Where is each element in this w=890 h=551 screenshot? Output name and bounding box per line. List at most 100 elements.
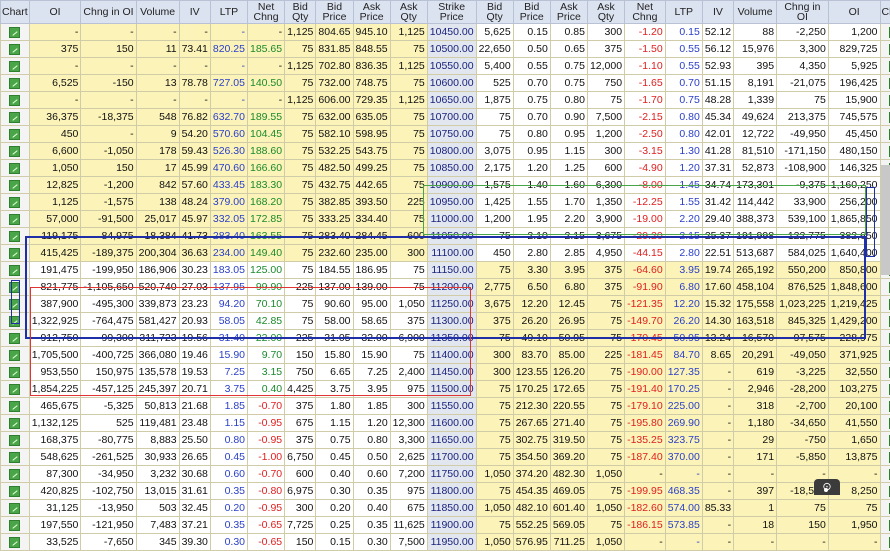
call-chart-icon[interactable] (1, 41, 30, 58)
call-chart-icon[interactable] (1, 75, 30, 92)
put-chart-icon[interactable] (880, 279, 890, 296)
put-ltp[interactable]: 2.80 (665, 245, 702, 262)
header-put-bid-price[interactable]: Bid Price (513, 1, 550, 24)
put-chart-icon[interactable] (880, 466, 890, 483)
call-ltp[interactable]: 7.25 (210, 364, 247, 381)
put-ltp[interactable]: 12.20 (665, 296, 702, 313)
call-ltp[interactable]: 1.15 (210, 415, 247, 432)
strike-price[interactable]: 11000.00 (427, 211, 476, 228)
call-ltp[interactable]: 526.30 (210, 143, 247, 160)
put-chart-icon[interactable] (880, 415, 890, 432)
call-chart-icon[interactable] (1, 449, 30, 466)
put-ltp[interactable]: - (665, 534, 702, 551)
call-ltp[interactable]: 137.95 (210, 279, 247, 296)
put-ltp[interactable]: 6.80 (665, 279, 702, 296)
put-chart-icon[interactable] (880, 58, 890, 75)
header-call-volume[interactable]: Volume (136, 1, 179, 24)
put-ltp[interactable]: 370.00 (665, 449, 702, 466)
put-chart-icon[interactable] (880, 364, 890, 381)
strike-price[interactable]: 11800.00 (427, 483, 476, 500)
put-ltp[interactable]: 0.80 (665, 126, 702, 143)
call-ltp[interactable]: 94.20 (210, 296, 247, 313)
put-chart-icon[interactable] (880, 143, 890, 160)
call-ltp[interactable]: 283.40 (210, 228, 247, 245)
call-chart-icon[interactable] (1, 432, 30, 449)
call-ltp[interactable]: 0.45 (210, 449, 247, 466)
put-chart-icon[interactable] (880, 126, 890, 143)
strike-price[interactable]: 10850.00 (427, 160, 476, 177)
header-call-ask-price[interactable]: Ask Price (353, 1, 390, 24)
header-put-bid-qty[interactable]: Bid Qty (476, 1, 513, 24)
header-strike-price[interactable]: Strike Price (427, 1, 476, 24)
call-chart-icon[interactable] (1, 313, 30, 330)
put-chart-icon[interactable] (880, 92, 890, 109)
call-ltp[interactable]: 58.05 (210, 313, 247, 330)
put-ltp[interactable]: 1.45 (665, 177, 702, 194)
call-ltp[interactable]: 379.00 (210, 194, 247, 211)
header-put-net-chng[interactable]: Net Chng (625, 1, 666, 24)
put-ltp[interactable]: 3.95 (665, 262, 702, 279)
call-ltp[interactable]: 332.05 (210, 211, 247, 228)
put-chart-icon[interactable] (880, 381, 890, 398)
put-ltp[interactable]: - (665, 466, 702, 483)
header-call-bid-qty[interactable]: Bid Qty (285, 1, 316, 24)
header-put-chng-oi[interactable]: Chng in OI (777, 1, 829, 24)
put-ltp[interactable]: 1.20 (665, 160, 702, 177)
call-ltp[interactable]: 1.85 (210, 398, 247, 415)
call-chart-icon[interactable] (1, 534, 30, 551)
put-ltp[interactable]: 2.20 (665, 211, 702, 228)
strike-price[interactable]: 11850.00 (427, 500, 476, 517)
call-ltp[interactable]: 0.35 (210, 483, 247, 500)
strike-price[interactable]: 10450.00 (427, 24, 476, 41)
call-chart-icon[interactable] (1, 109, 30, 126)
strike-price[interactable]: 11400.00 (427, 347, 476, 364)
call-ltp[interactable]: 820.25 (210, 41, 247, 58)
strike-price[interactable]: 11750.00 (427, 466, 476, 483)
header-put-iv[interactable]: IV (702, 1, 733, 24)
call-ltp[interactable]: 0.60 (210, 466, 247, 483)
call-ltp[interactable]: 31.40 (210, 330, 247, 347)
strike-price[interactable]: 11450.00 (427, 364, 476, 381)
put-chart-icon[interactable] (880, 109, 890, 126)
header-call-ltp[interactable]: LTP (210, 1, 247, 24)
call-chart-icon[interactable] (1, 92, 30, 109)
call-ltp[interactable]: 234.00 (210, 245, 247, 262)
header-put-ask-price[interactable]: Ask Price (550, 1, 587, 24)
header-call-net-chng[interactable]: Net Chng (248, 1, 285, 24)
header-put-ltp[interactable]: LTP (665, 1, 702, 24)
call-chart-icon[interactable] (1, 364, 30, 381)
call-chart-icon[interactable] (1, 262, 30, 279)
call-chart-icon[interactable] (1, 24, 30, 41)
call-ltp[interactable]: 570.60 (210, 126, 247, 143)
strike-price[interactable]: 11600.00 (427, 415, 476, 432)
put-chart-icon[interactable] (880, 500, 890, 517)
put-chart-icon[interactable] (880, 449, 890, 466)
put-ltp[interactable]: 0.75 (665, 92, 702, 109)
call-chart-icon[interactable] (1, 58, 30, 75)
strike-price[interactable]: 11500.00 (427, 381, 476, 398)
header-call-oi[interactable]: OI (29, 1, 81, 24)
call-ltp[interactable]: 15.90 (210, 347, 247, 364)
put-ltp[interactable]: 225.00 (665, 398, 702, 415)
put-chart-icon[interactable] (880, 313, 890, 330)
scroll-top-button[interactable]: ⊙ (814, 479, 840, 495)
put-ltp[interactable]: 127.35 (665, 364, 702, 381)
strike-price[interactable]: 11200.00 (427, 279, 476, 296)
put-chart-icon[interactable] (880, 432, 890, 449)
put-chart-icon[interactable] (880, 41, 890, 58)
strike-price[interactable]: 11900.00 (427, 517, 476, 534)
header-call-ask-qty[interactable]: Ask Qty (390, 1, 427, 24)
put-ltp[interactable]: 0.15 (665, 24, 702, 41)
vertical-scrollbar[interactable] (881, 165, 890, 275)
put-ltp[interactable]: 1.55 (665, 194, 702, 211)
header-call-iv[interactable]: IV (179, 1, 210, 24)
put-ltp[interactable]: 2.15 (665, 228, 702, 245)
call-chart-icon[interactable] (1, 126, 30, 143)
call-chart-icon[interactable] (1, 381, 30, 398)
header-call-bid-price[interactable]: Bid Price (316, 1, 353, 24)
strike-price[interactable]: 11350.00 (427, 330, 476, 347)
strike-price[interactable]: 11550.00 (427, 398, 476, 415)
strike-price[interactable]: 10600.00 (427, 75, 476, 92)
call-chart-icon[interactable] (1, 143, 30, 160)
call-chart-icon[interactable] (1, 347, 30, 364)
